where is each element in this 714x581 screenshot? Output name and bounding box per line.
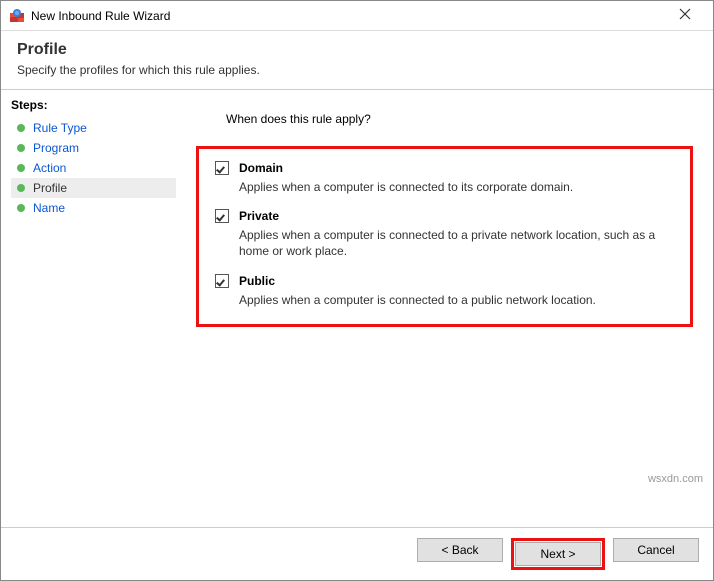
wizard-window: New Inbound Rule Wizard Profile Specify … xyxy=(0,0,714,581)
step-label: Name xyxy=(33,201,65,215)
step-bullet-icon xyxy=(17,124,25,132)
step-profile[interactable]: Profile xyxy=(11,178,176,198)
option-domain: Domain Applies when a computer is connec… xyxy=(215,161,674,195)
step-bullet-icon xyxy=(17,204,25,212)
next-highlight: Next > xyxy=(511,538,605,570)
step-label: Rule Type xyxy=(33,121,87,135)
option-desc: Applies when a computer is connected to … xyxy=(239,179,674,195)
titlebar: New Inbound Rule Wizard xyxy=(1,1,713,31)
watermark: wsxdn.com xyxy=(648,473,703,485)
option-public: Public Applies when a computer is connec… xyxy=(215,274,674,308)
step-bullet-icon xyxy=(17,184,25,192)
step-action[interactable]: Action xyxy=(11,158,176,178)
step-program[interactable]: Program xyxy=(11,138,176,158)
wizard-header: Profile Specify the profiles for which t… xyxy=(1,31,713,90)
steps-sidebar: Steps: Rule Type Program Action Profile … xyxy=(1,90,176,527)
page-title: Profile xyxy=(17,41,697,59)
option-desc: Applies when a computer is connected to … xyxy=(239,227,674,259)
step-label: Action xyxy=(33,161,66,175)
step-rule-type[interactable]: Rule Type xyxy=(11,118,176,138)
steps-heading: Steps: xyxy=(11,98,176,112)
checkbox-private[interactable] xyxy=(215,209,229,223)
options-highlight: Domain Applies when a computer is connec… xyxy=(196,146,693,327)
option-label: Private xyxy=(239,209,279,223)
step-label: Profile xyxy=(33,181,67,195)
window-title: New Inbound Rule Wizard xyxy=(31,9,665,23)
page-subtitle: Specify the profiles for which this rule… xyxy=(17,63,697,77)
cancel-button[interactable]: Cancel xyxy=(613,538,699,562)
checkbox-public[interactable] xyxy=(215,274,229,288)
back-button[interactable]: < Back xyxy=(417,538,503,562)
option-label: Public xyxy=(239,274,275,288)
main-panel: When does this rule apply? Domain Applie… xyxy=(176,90,713,527)
firewall-icon xyxy=(9,8,25,24)
option-private: Private Applies when a computer is conne… xyxy=(215,209,674,259)
question-text: When does this rule apply? xyxy=(226,112,693,126)
step-bullet-icon xyxy=(17,164,25,172)
wizard-footer: < Back Next > Cancel xyxy=(1,527,713,580)
wizard-body: Steps: Rule Type Program Action Profile … xyxy=(1,90,713,527)
step-label: Program xyxy=(33,141,79,155)
step-name[interactable]: Name xyxy=(11,198,176,218)
option-label: Domain xyxy=(239,161,283,175)
close-button[interactable] xyxy=(665,8,705,24)
close-icon xyxy=(679,8,691,20)
next-button[interactable]: Next > xyxy=(515,542,601,566)
checkbox-domain[interactable] xyxy=(215,161,229,175)
step-bullet-icon xyxy=(17,144,25,152)
option-desc: Applies when a computer is connected to … xyxy=(239,292,674,308)
